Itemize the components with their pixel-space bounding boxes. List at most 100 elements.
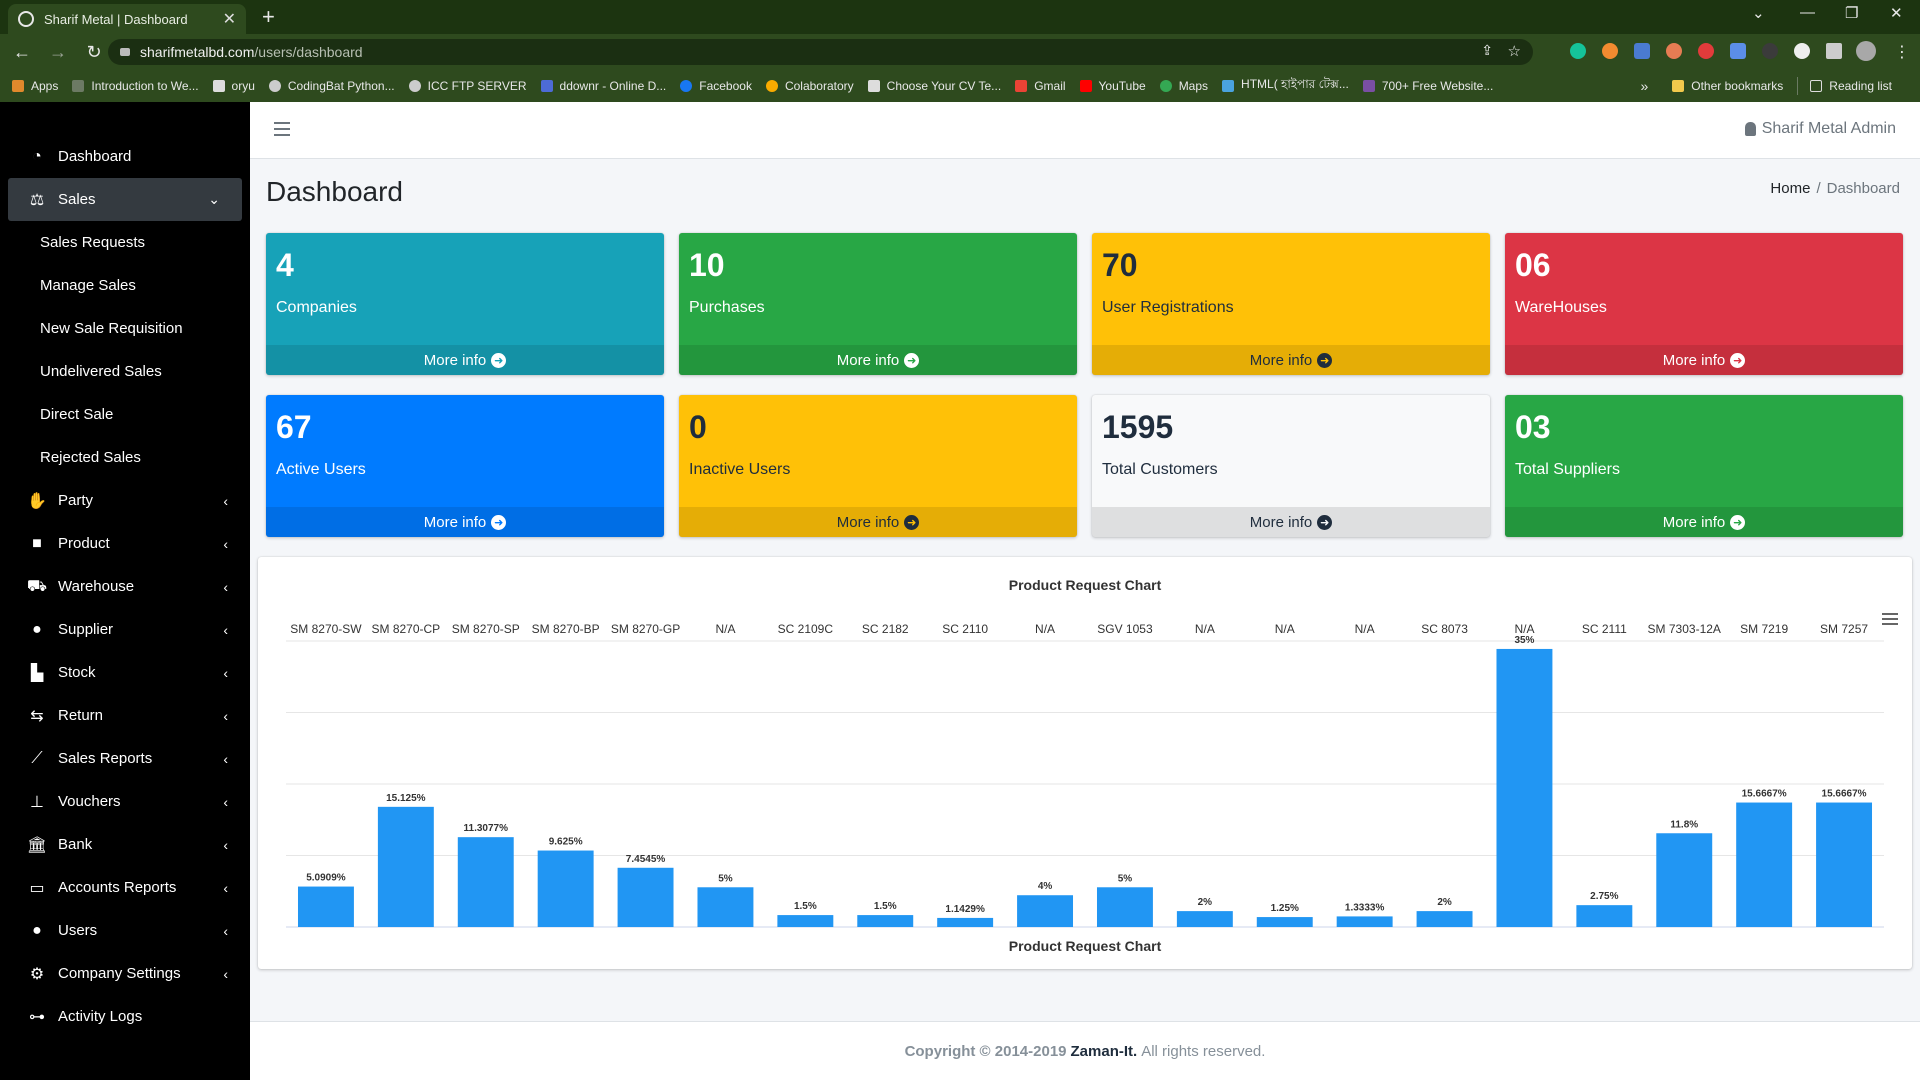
bookmark-item[interactable]: ICC FTP SERVER xyxy=(408,79,527,93)
chart-bar[interactable] xyxy=(1416,911,1473,927)
sidebar-item-sales[interactable]: ⚖ Sales ⌄ xyxy=(8,178,242,221)
chart-bar[interactable] xyxy=(1256,917,1313,927)
reload-icon[interactable]: ↻ xyxy=(80,42,108,63)
sidebar-item-vouchers[interactable]: ⊥ Vouchers ‹ xyxy=(0,780,250,823)
sidebar-item-warehouse[interactable]: ⛟ Warehouse ‹ xyxy=(0,565,250,608)
share-icon[interactable]: ⇪ xyxy=(1481,42,1493,59)
hamburger-menu-icon[interactable] xyxy=(274,122,290,140)
bookmark-item[interactable]: Facebook xyxy=(680,79,752,93)
profile-avatar[interactable] xyxy=(1856,41,1876,61)
grammarly-extension-icon[interactable] xyxy=(1570,43,1586,59)
extension-icon[interactable] xyxy=(1730,43,1746,59)
sidebar-subitem-direct-sale[interactable]: Direct Sale xyxy=(0,393,250,436)
chart-bar[interactable] xyxy=(857,915,914,927)
more-info-link[interactable]: More info ➜ xyxy=(266,345,664,375)
back-icon[interactable]: ← xyxy=(8,42,36,63)
more-info-link[interactable]: More info ➜ xyxy=(266,507,664,537)
extension-icon[interactable] xyxy=(1602,43,1618,59)
more-info-link[interactable]: More info ➜ xyxy=(1505,345,1903,375)
forward-icon[interactable]: → xyxy=(44,42,72,63)
chart-bar[interactable] xyxy=(1336,916,1393,927)
sidebar-item-product[interactable]: ■ Product ‹ xyxy=(0,522,250,565)
sidebar-item-dashboard[interactable]: ◔ Dashboard xyxy=(0,135,250,178)
sidebar-subitem-new-sale-requisition[interactable]: New Sale Requisition xyxy=(0,307,250,350)
sidebar-subitem-manage-sales[interactable]: Manage Sales xyxy=(0,264,250,307)
puzzle-extensions-icon[interactable] xyxy=(1826,43,1842,59)
gmail-icon xyxy=(1015,80,1028,92)
bookmarks-overflow-button[interactable]: » xyxy=(1640,78,1648,94)
minimize-button[interactable]: — xyxy=(1800,4,1815,21)
chart-bar[interactable] xyxy=(537,850,594,927)
extension-icon[interactable] xyxy=(1698,43,1714,59)
sidebar-item-accounts-reports[interactable]: ▭ Accounts Reports ‹ xyxy=(0,866,250,909)
sidebar-item-party[interactable]: ✋ Party ‹ xyxy=(0,479,250,522)
chart-bar[interactable] xyxy=(457,837,514,927)
bookmark-item[interactable]: Introduction to We... xyxy=(72,79,199,93)
bookmark-item[interactable]: 700+ Free Website... xyxy=(1362,79,1493,93)
chart-category-label: SGV 1053 xyxy=(1097,622,1153,636)
chart-bar[interactable] xyxy=(1816,802,1873,927)
sidebar-item-bank[interactable]: 🏛 Bank ‹ xyxy=(0,823,250,866)
chart-bar[interactable] xyxy=(1576,905,1633,927)
address-bar[interactable]: sharifmetalbd.com/users/dashboard ⇪ ☆ xyxy=(108,39,1533,65)
sidebar-item-return[interactable]: ⇆ Return ‹ xyxy=(0,694,250,737)
stat-box-total-suppliers: 03 Total Suppliers More info ➜ xyxy=(1505,395,1903,537)
close-tab-icon[interactable]: ✕ xyxy=(223,9,236,29)
bookmark-item[interactable]: Maps xyxy=(1159,79,1208,93)
breadcrumb-home-link[interactable]: Home xyxy=(1770,180,1810,197)
bookmark-item[interactable]: Colaboratory xyxy=(765,79,854,93)
close-window-button[interactable]: ✕ xyxy=(1890,4,1903,22)
bookmark-item[interactable]: ddownr - Online D... xyxy=(540,79,666,93)
browser-menu-icon[interactable]: ⋮ xyxy=(1894,42,1910,62)
chart-bar[interactable] xyxy=(1496,648,1553,927)
chart-bar[interactable] xyxy=(777,915,834,927)
bookmark-item[interactable]: CodingBat Python... xyxy=(268,79,395,93)
new-tab-button[interactable]: + xyxy=(262,4,275,30)
chart-bar[interactable] xyxy=(1736,802,1793,927)
chart-menu-icon[interactable] xyxy=(1882,613,1898,628)
tab-search-icon[interactable]: ⌄ xyxy=(1752,4,1765,22)
more-info-link[interactable]: More info ➜ xyxy=(1092,507,1490,537)
admin-user-menu[interactable]: Sharif Metal Admin xyxy=(1744,120,1896,138)
footer-brand-link[interactable]: Zaman-It. xyxy=(1071,1043,1138,1060)
sidebar-item-activity-logs[interactable]: ⊶ Activity Logs xyxy=(0,995,250,1038)
more-info-link[interactable]: More info ➜ xyxy=(1505,507,1903,537)
more-info-link[interactable]: More info ➜ xyxy=(1092,345,1490,375)
chart-bar[interactable] xyxy=(1096,887,1153,927)
sidebar-item-sales-reports[interactable]: ⟋ Sales Reports ‹ xyxy=(0,737,250,780)
chart-bar[interactable] xyxy=(377,806,434,927)
sidebar-item-supplier[interactable]: ● Supplier ‹ xyxy=(0,608,250,651)
more-info-link[interactable]: More info ➜ xyxy=(679,507,1077,537)
sidebar-subitem-rejected-sales[interactable]: Rejected Sales xyxy=(0,436,250,479)
translate-extension-icon[interactable] xyxy=(1634,43,1650,59)
sidebar-subitem-sales-requests[interactable]: Sales Requests xyxy=(0,221,250,264)
extension-icon[interactable] xyxy=(1762,43,1778,59)
chart-bar[interactable] xyxy=(1656,833,1713,927)
other-bookmarks-folder[interactable]: Other bookmarks xyxy=(1672,79,1783,93)
extension-icon[interactable] xyxy=(1794,43,1810,59)
globe-icon xyxy=(408,80,421,92)
restore-button[interactable]: ❐ xyxy=(1845,4,1858,22)
chart-bar[interactable] xyxy=(697,887,754,927)
chart-bar[interactable] xyxy=(937,917,994,927)
bookmark-item[interactable]: Choose Your CV Te... xyxy=(867,79,1001,93)
bookmark-apps[interactable]: Apps xyxy=(12,79,58,93)
browser-tab[interactable]: Sharif Metal | Dashboard ✕ xyxy=(8,4,246,34)
chart-bar[interactable] xyxy=(297,886,354,927)
bookmark-item[interactable]: YouTube xyxy=(1079,79,1146,93)
sidebar-item-company-settings[interactable]: ⚙ Company Settings ‹ xyxy=(0,952,250,995)
bookmark-item[interactable]: HTML( হাইপার টেক্স... xyxy=(1222,76,1349,96)
bookmark-item[interactable]: oryu xyxy=(212,79,255,93)
reading-list-button[interactable]: Reading list xyxy=(1810,79,1892,93)
bookmark-item[interactable]: Gmail xyxy=(1015,79,1066,93)
extension-icon[interactable] xyxy=(1666,43,1682,59)
sidebar-subitem-undelivered-sales[interactable]: Undelivered Sales xyxy=(0,350,250,393)
chart-bar[interactable] xyxy=(1176,911,1233,927)
stat-value: 4 xyxy=(276,247,294,283)
chart-bar[interactable] xyxy=(617,867,674,927)
more-info-link[interactable]: More info ➜ xyxy=(679,345,1077,375)
sidebar-item-stock[interactable]: ▙ Stock ‹ xyxy=(0,651,250,694)
bookmark-star-icon[interactable]: ☆ xyxy=(1508,42,1521,60)
chart-bar[interactable] xyxy=(1017,895,1074,927)
sidebar-item-users[interactable]: ● Users ‹ xyxy=(0,909,250,952)
